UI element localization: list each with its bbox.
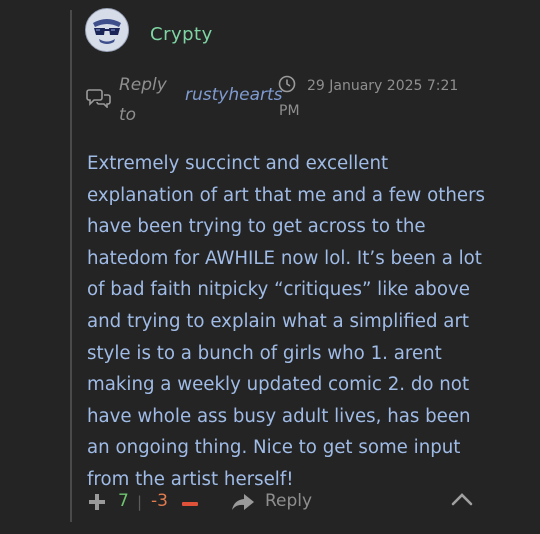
- plus-icon[interactable]: [89, 494, 105, 510]
- chevron-up-icon[interactable]: [451, 491, 473, 507]
- thread-line: [70, 10, 72, 522]
- sunglasses-avatar-icon: [86, 9, 128, 51]
- comment-timestamp[interactable]: 29 January 2025 7:21 PM: [279, 74, 459, 124]
- vote-divider: |: [137, 493, 143, 511]
- avatar[interactable]: [85, 8, 129, 52]
- minus-icon[interactable]: [182, 502, 198, 506]
- reply-to-label: Reply to: [119, 75, 167, 125]
- upvote-count: 7: [118, 491, 129, 511]
- reply-target-link[interactable]: rustyhearts: [185, 85, 283, 105]
- reply-button[interactable]: Reply: [265, 491, 312, 511]
- comment-body: Extremely succinct and excellent explana…: [87, 153, 486, 490]
- comment-author[interactable]: Crypty: [150, 24, 213, 45]
- share-arrow-icon[interactable]: [231, 491, 255, 513]
- downvote-count: -3: [151, 491, 168, 511]
- speech-bubbles-icon: [86, 89, 111, 108]
